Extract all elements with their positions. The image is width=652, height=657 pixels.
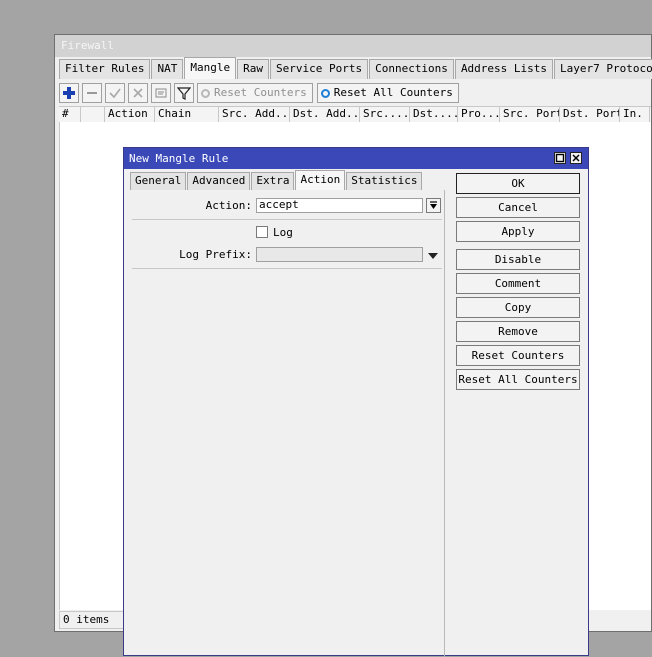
check-icon	[109, 88, 121, 99]
rules-table-header: # Action Chain Src. Add... Dst. Add... S…	[59, 106, 651, 123]
separator-1	[132, 219, 442, 220]
reset-all-counters-button[interactable]: Reset All Counters	[316, 83, 459, 103]
col-chain[interactable]: Chain	[155, 107, 219, 122]
tab-statistics[interactable]: Statistics	[346, 172, 423, 190]
col-number[interactable]: #	[59, 107, 81, 122]
reset-counters-button[interactable]: Reset Counters	[197, 83, 313, 103]
firewall-toolbar: Reset Counters Reset All Counters	[59, 82, 463, 104]
disable-rule-button[interactable]: Disable	[456, 249, 580, 270]
dropdown-arrow-icon	[430, 201, 437, 209]
dialog-tabs: General Advanced Extra Action Statistics	[130, 170, 423, 190]
new-mangle-rule-dialog: New Mangle Rule General Advanced Extra A…	[123, 147, 589, 657]
col-dst-address[interactable]: Dst. Add...	[290, 107, 360, 122]
reset-all-counters-dialog-button[interactable]: Reset All Counters	[456, 369, 580, 390]
tab-connections[interactable]: Connections	[369, 59, 454, 79]
reset-icon	[201, 88, 210, 98]
copy-button[interactable]: Copy	[456, 297, 580, 318]
tab-advanced[interactable]: Advanced	[187, 172, 251, 190]
dialog-title[interactable]: New Mangle Rule	[124, 148, 588, 169]
tab-action[interactable]: Action	[295, 170, 346, 190]
action-label: Action:	[205, 199, 252, 212]
comment-button[interactable]	[151, 83, 171, 103]
col-action[interactable]: Action	[105, 107, 155, 122]
tab-extra[interactable]: Extra	[251, 172, 295, 190]
minus-icon	[87, 92, 97, 94]
tab-nat[interactable]: NAT	[151, 59, 184, 79]
log-prefix-input[interactable]	[256, 247, 423, 262]
filter-button[interactable]	[174, 83, 194, 103]
triangle-down-icon	[428, 253, 438, 259]
reset-counters-dialog-button[interactable]: Reset Counters	[456, 345, 580, 366]
ok-button[interactable]: OK	[456, 173, 580, 194]
reset-all-counters-label: Reset All Counters	[333, 86, 453, 99]
tab-address-lists[interactable]: Address Lists	[454, 59, 554, 79]
remove-rule-button[interactable]: Remove	[456, 321, 580, 342]
tab-filter-rules[interactable]: Filter Rules	[59, 59, 151, 79]
col-src[interactable]: Src....	[360, 107, 410, 122]
col-in-interface[interactable]: In.	[620, 107, 650, 122]
log-prefix-dropdown[interactable]	[427, 250, 439, 263]
log-prefix-label: Log Prefix:	[179, 248, 252, 261]
apply-button[interactable]: Apply	[456, 221, 580, 242]
reset-counters-label: Reset Counters	[214, 86, 307, 99]
separator-2	[132, 268, 442, 269]
comment-rule-button[interactable]: Comment	[456, 273, 580, 294]
reset-all-icon	[320, 88, 330, 98]
col-flags[interactable]	[81, 107, 105, 122]
note-icon	[155, 88, 167, 98]
tab-raw[interactable]: Raw	[237, 59, 269, 79]
col-protocol[interactable]: Pro...	[458, 107, 500, 122]
firewall-title[interactable]: Firewall	[55, 35, 651, 57]
tab-general[interactable]: General	[130, 172, 187, 190]
cross-icon	[133, 88, 143, 98]
firewall-tabs: Filter Rules NAT Mangle Raw Service Port…	[59, 57, 652, 79]
col-src-address[interactable]: Src. Add...	[219, 107, 290, 122]
col-src-port[interactable]: Src. Port	[500, 107, 560, 122]
disable-button[interactable]	[128, 83, 148, 103]
action-panel: Action: accept Log Log Prefix:	[130, 190, 445, 657]
cancel-button[interactable]: Cancel	[456, 197, 580, 218]
tab-service-ports[interactable]: Service Ports	[269, 59, 369, 79]
tab-layer7-protocols[interactable]: Layer7 Protocols	[554, 59, 652, 79]
close-icon[interactable]	[570, 152, 582, 164]
log-checkbox[interactable]	[256, 226, 268, 238]
remove-button[interactable]	[82, 83, 102, 103]
log-label: Log	[273, 226, 293, 239]
plus-icon	[63, 87, 75, 99]
maximize-icon[interactable]	[554, 152, 566, 164]
filter-icon	[177, 87, 191, 100]
tab-mangle[interactable]: Mangle	[184, 57, 237, 79]
col-dst-port[interactable]: Dst. Port	[560, 107, 620, 122]
action-dropdown-button[interactable]	[426, 198, 441, 213]
status-items: 0 items	[59, 611, 124, 629]
action-select[interactable]: accept	[256, 198, 423, 213]
col-dst[interactable]: Dst....	[410, 107, 458, 122]
add-button[interactable]	[59, 83, 79, 103]
enable-button[interactable]	[105, 83, 125, 103]
